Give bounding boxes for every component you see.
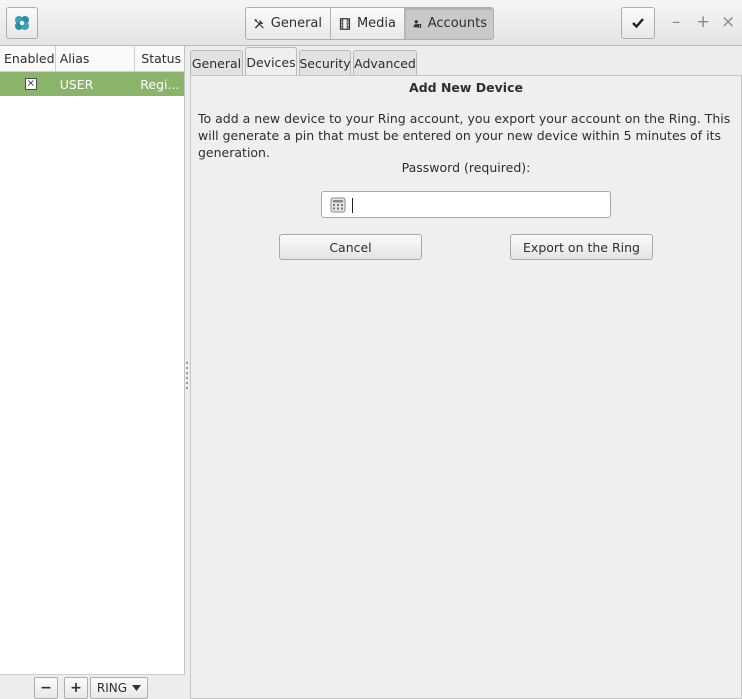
checkmark-icon xyxy=(632,18,644,29)
accounts-icon xyxy=(413,19,422,28)
account-list-pane: Enabled Alias Status × USER Regi... − + … xyxy=(0,46,185,699)
account-list-toolbar: − + RING xyxy=(0,674,185,699)
tab-security[interactable]: Security xyxy=(299,50,351,75)
alias-cell: USER xyxy=(59,76,94,92)
confirm-button[interactable] xyxy=(621,7,655,39)
tab-devices[interactable]: Devices xyxy=(245,47,297,76)
export-description: To add a new device to your Ring account… xyxy=(198,111,731,160)
cancel-button[interactable]: Cancel xyxy=(279,234,422,260)
enabled-cell: × xyxy=(0,78,56,90)
nav-accounts-button[interactable]: Accounts xyxy=(405,8,493,39)
account-type-dropdown[interactable]: RING xyxy=(90,677,148,699)
film-icon xyxy=(339,17,351,30)
chevron-down-icon xyxy=(132,685,142,691)
enabled-checkbox[interactable]: × xyxy=(24,78,37,90)
settings-nav: General Media Accounts xyxy=(245,7,494,40)
devices-panel: Add New Device To add a new device to yo… xyxy=(190,75,742,699)
pane-resize-handle[interactable] xyxy=(185,362,189,390)
password-field[interactable] xyxy=(321,191,611,218)
export-on-ring-button[interactable]: Export on the Ring xyxy=(510,234,653,260)
password-label: Password (required): xyxy=(401,160,531,175)
maximize-button[interactable]: + xyxy=(696,12,710,32)
app-menu-button[interactable] xyxy=(6,7,38,39)
column-alias[interactable]: Alias xyxy=(56,46,136,71)
nav-accounts-label: Accounts xyxy=(427,16,487,31)
account-row[interactable]: × USER Regi... xyxy=(0,72,184,96)
close-button[interactable]: × xyxy=(721,12,735,32)
keypad-icon xyxy=(330,197,346,213)
tab-advanced[interactable]: Advanced xyxy=(353,50,417,75)
minimize-button[interactable]: – xyxy=(672,12,681,32)
nav-media-button[interactable]: Media xyxy=(331,8,405,39)
add-account-button[interactable]: + xyxy=(64,677,88,699)
header-bar: General Media Accounts – + × xyxy=(0,0,742,46)
column-enabled[interactable]: Enabled xyxy=(0,46,56,71)
nav-general-label: General xyxy=(270,16,322,31)
nav-general-button[interactable]: General xyxy=(246,8,331,39)
text-cursor xyxy=(352,198,353,213)
remove-account-button[interactable]: − xyxy=(34,677,58,699)
account-type-value: RING xyxy=(96,681,128,695)
column-status[interactable]: Status xyxy=(135,46,184,71)
account-list-header: Enabled Alias Status xyxy=(0,46,184,72)
ring-logo-icon xyxy=(15,16,29,30)
tools-icon xyxy=(254,18,264,29)
panel-title: Add New Device xyxy=(409,80,523,95)
status-cell: Regi... xyxy=(140,76,180,92)
nav-media-label: Media xyxy=(356,16,396,31)
tab-general[interactable]: General xyxy=(190,50,243,75)
